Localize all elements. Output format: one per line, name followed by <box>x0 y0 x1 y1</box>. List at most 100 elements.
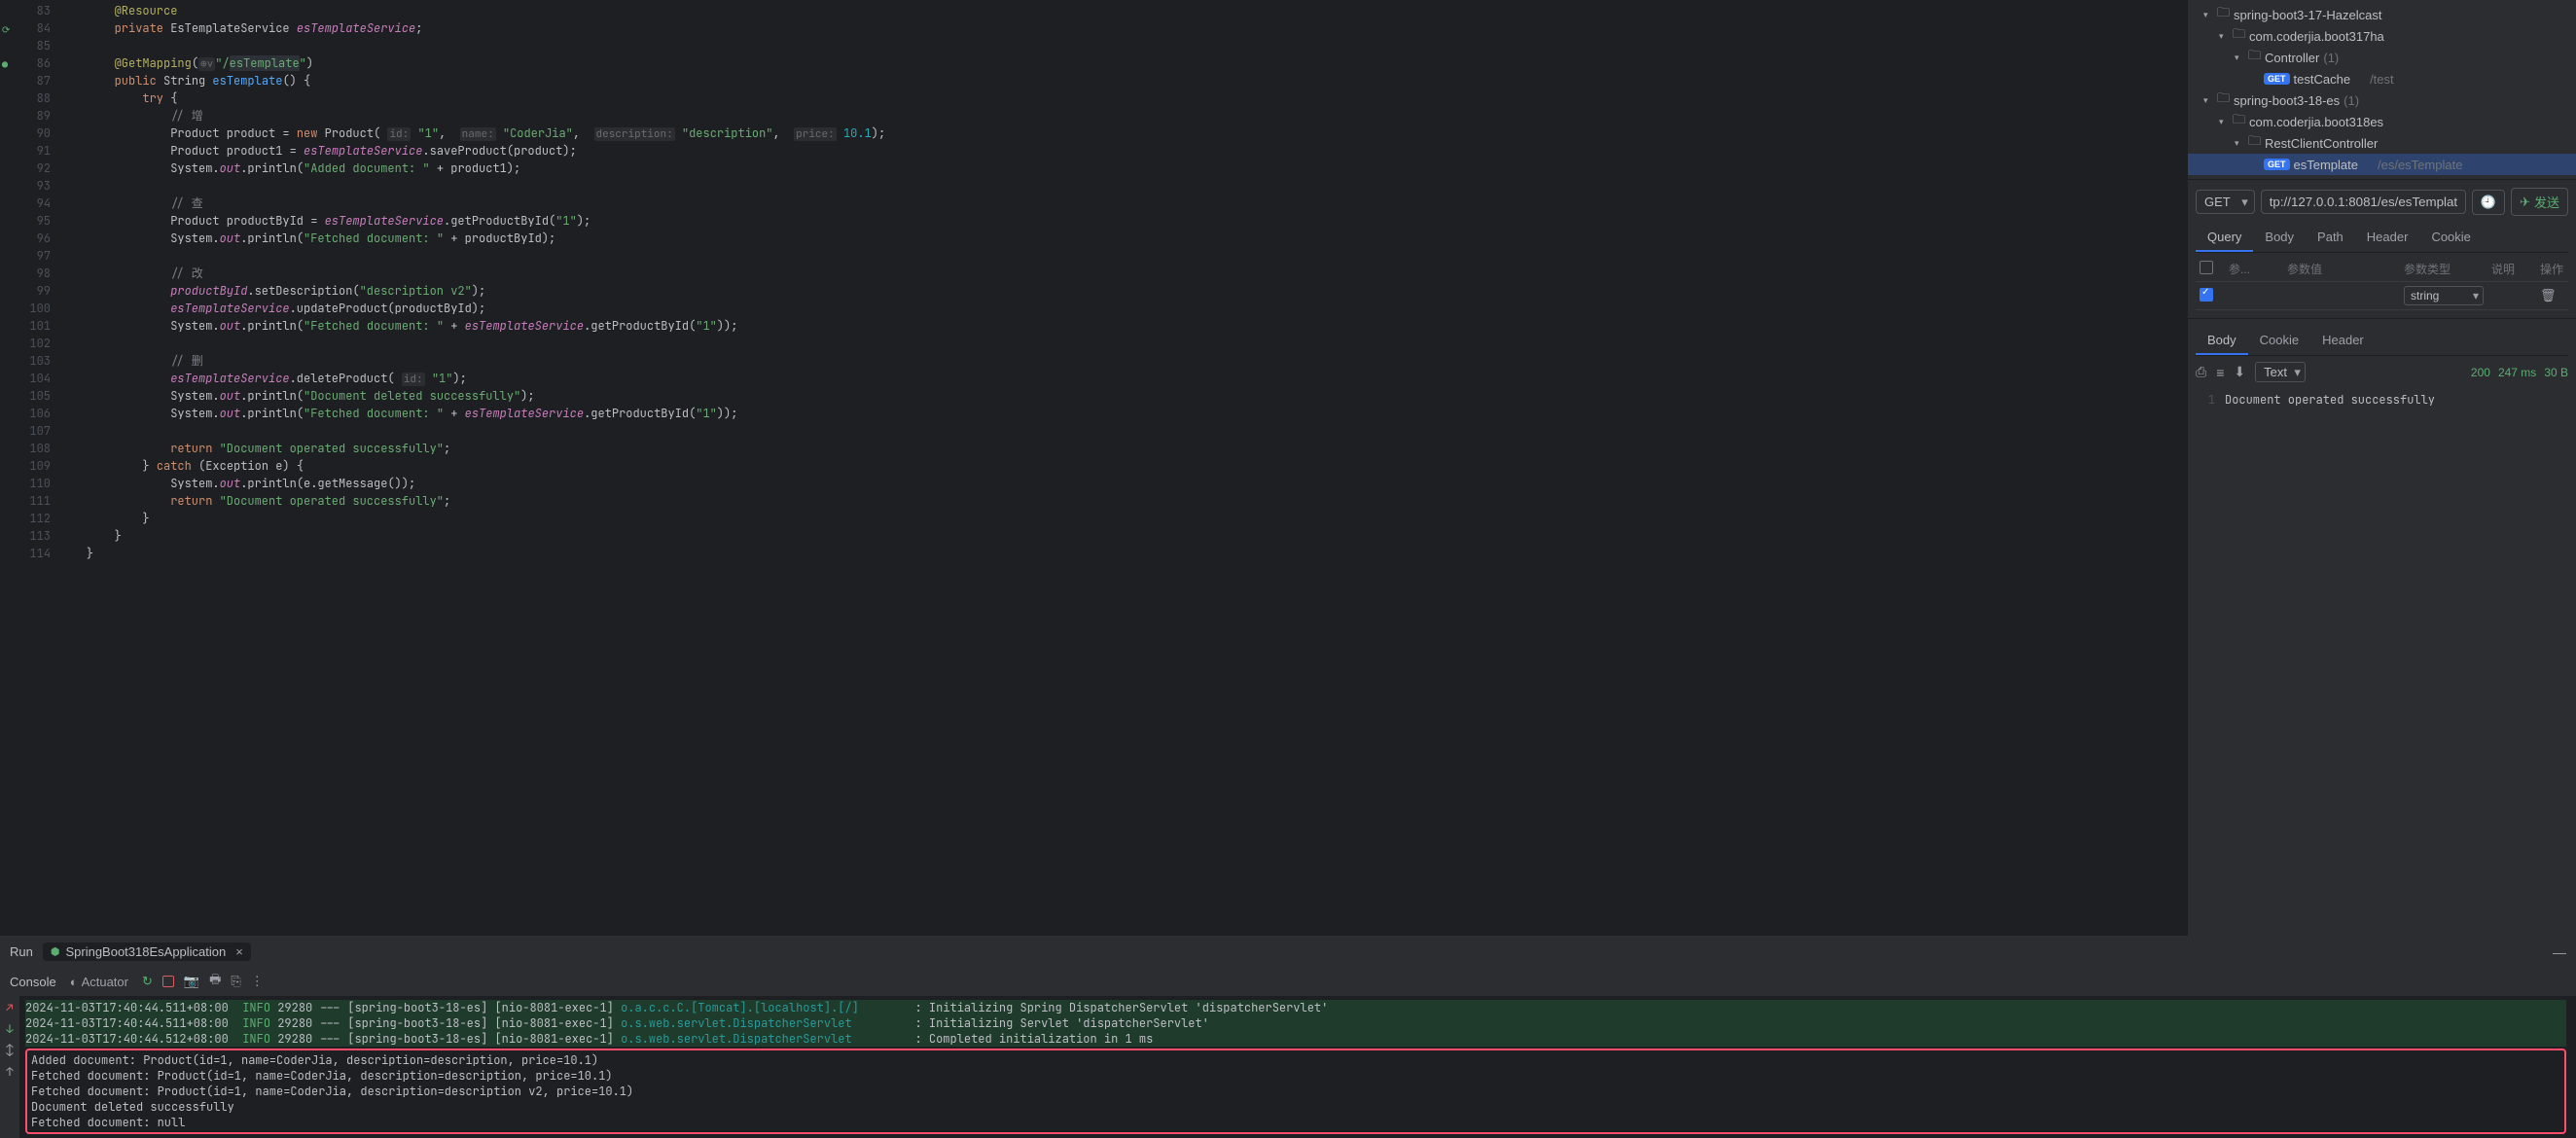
code-line[interactable] <box>58 335 2187 352</box>
code-line[interactable]: } <box>58 545 2187 562</box>
output-line: Fetched document: Product(id=1, name=Cod… <box>31 1084 2560 1099</box>
code-line[interactable]: System.out.println("Fetched document: " … <box>58 230 2187 247</box>
folder-icon: 🗀 <box>2233 25 2245 47</box>
wrap-icon[interactable]: ≡ <box>2216 365 2224 380</box>
code-line[interactable]: public String esTemplate() { <box>58 72 2187 89</box>
more-icon[interactable]: ⋮ <box>251 974 264 989</box>
folder-icon: 🗀 <box>2217 89 2230 111</box>
code-line[interactable]: System.out.println(e.getMessage()); <box>58 475 2187 492</box>
tree-item-label: com.coderjia.boot318es <box>2249 115 2383 129</box>
tree-folder-item[interactable]: ▾🗀RestClientController <box>2188 132 2576 154</box>
code-line[interactable]: // 查 <box>58 195 2187 212</box>
line-number: 113 <box>4 527 51 545</box>
code-content[interactable]: @Resource private EsTemplateService esTe… <box>58 0 2187 936</box>
line-number: 102 <box>4 335 51 352</box>
response-size: 30 B <box>2544 366 2568 379</box>
tree-folder-item[interactable]: ▾🗀Controller(1) <box>2188 47 2576 68</box>
request-tabs: QueryBodyPathHeaderCookie <box>2196 224 2568 253</box>
line-number: 111 <box>4 492 51 510</box>
line-number: 100 <box>4 300 51 317</box>
tree-folder-item[interactable]: ▾🗀com.coderjia.boot317ha <box>2188 25 2576 47</box>
code-line[interactable]: esTemplateService.updateProduct(productB… <box>58 300 2187 317</box>
endpoint-tree[interactable]: ▾🗀spring-boot3-17-Hazelcast ▾🗀com.coderji… <box>2188 0 2576 179</box>
rerun-icon[interactable]: ↻ <box>142 974 153 989</box>
code-line[interactable]: // 删 <box>58 352 2187 370</box>
tree-item-label: com.coderjia.boot317ha <box>2249 29 2384 44</box>
spring-icon: ⬢ <box>51 945 60 958</box>
actuator-tab[interactable]: ◐ Actuator <box>70 975 128 989</box>
send-button[interactable]: ✈ 发送 <box>2511 188 2568 216</box>
code-line[interactable] <box>58 37 2187 54</box>
code-editor[interactable]: 8384⟳8586●878889909192939495969798991001… <box>0 0 2187 936</box>
soft-wrap-icon[interactable]: ↕ <box>6 1043 13 1058</box>
history-button[interactable]: 🕘 <box>2472 190 2505 215</box>
print-icon[interactable]: 🖶 <box>209 971 221 992</box>
camera-icon[interactable]: 📷 <box>184 974 199 989</box>
code-line[interactable]: Product product1 = esTemplateService.sav… <box>58 142 2187 160</box>
code-line[interactable]: System.out.println("Added document: " + … <box>58 160 2187 177</box>
code-line[interactable]: esTemplateService.deleteProduct( id: "1"… <box>58 370 2187 387</box>
endpoint-item[interactable]: GETesTemplate/es/esTemplate <box>2188 154 2576 175</box>
scroll-down-icon[interactable]: ↓ <box>6 1021 13 1037</box>
minimize-icon[interactable]: — <box>2553 944 2566 960</box>
output-line: Fetched document: Product(id=1, name=Cod… <box>31 1068 2560 1084</box>
endpoint-item[interactable]: GETtestCache/test <box>2188 68 2576 89</box>
line-number: 107 <box>4 422 51 440</box>
code-line[interactable]: System.out.println("Fetched document: " … <box>58 317 2187 335</box>
line-number: 90 <box>4 124 51 142</box>
code-line[interactable]: productById.setDescription("description … <box>58 282 2187 300</box>
code-line[interactable] <box>58 177 2187 195</box>
line-number: 114 <box>4 545 51 562</box>
code-line[interactable]: } <box>58 527 2187 545</box>
request-tab-query[interactable]: Query <box>2196 224 2253 252</box>
code-line[interactable]: private EsTemplateService esTemplateServ… <box>58 19 2187 37</box>
request-tab-cookie[interactable]: Cookie <box>2419 224 2482 252</box>
code-line[interactable] <box>58 422 2187 440</box>
scroll-up-icon[interactable]: ↗ <box>6 1000 13 1015</box>
param-type-select[interactable]: string <box>2404 286 2484 305</box>
code-line[interactable]: Product productById = esTemplateService.… <box>58 212 2187 230</box>
code-line[interactable]: System.out.println("Fetched document: " … <box>58 405 2187 422</box>
export-icon[interactable]: ⎘ <box>231 974 240 989</box>
code-line[interactable]: @Resource <box>58 2 2187 19</box>
response-tab-header[interactable]: Header <box>2310 327 2376 355</box>
code-line[interactable]: } catch (Exception e) { <box>58 457 2187 475</box>
log-line: 2024-11-03T17:40:44.511+08:00 INFO 29280… <box>25 1000 2566 1015</box>
tree-folder-item[interactable]: ▾🗀com.coderjia.boot318es <box>2188 111 2576 132</box>
code-line[interactable]: return "Document operated successfully"; <box>58 492 2187 510</box>
tree-folder-item[interactable]: ▾🗀spring-boot3-17-Hazelcast <box>2188 4 2576 25</box>
request-tab-body[interactable]: Body <box>2253 224 2306 252</box>
code-line[interactable]: return "Document operated successfully"; <box>58 440 2187 457</box>
response-body: 1 Document operated successfully <box>2196 388 2568 411</box>
scroll-end-icon[interactable]: ↑ <box>6 1064 13 1080</box>
code-line[interactable]: System.out.println("Document deleted suc… <box>58 387 2187 405</box>
run-configuration-tab[interactable]: ⬢ SpringBoot318EsApplication × <box>43 942 251 961</box>
code-line[interactable]: // 改 <box>58 265 2187 282</box>
code-line[interactable]: try { <box>58 89 2187 107</box>
param-enabled-checkbox[interactable] <box>2200 288 2213 302</box>
download-icon[interactable]: ⬇ <box>2234 364 2245 380</box>
response-tab-cookie[interactable]: Cookie <box>2248 327 2310 355</box>
request-tab-header[interactable]: Header <box>2355 224 2420 252</box>
http-method-select[interactable]: GET <box>2196 190 2255 214</box>
tree-folder-item[interactable]: ▾🗀spring-boot3-18-es(1) <box>2188 89 2576 111</box>
output-line: Fetched document: null <box>31 1115 2560 1130</box>
code-line[interactable]: // 增 <box>58 107 2187 124</box>
format-icon[interactable]: ⎙ <box>2196 364 2206 380</box>
code-line[interactable] <box>58 247 2187 265</box>
response-tab-body[interactable]: Body <box>2196 327 2248 355</box>
folder-icon: 🗀 <box>2248 47 2261 68</box>
response-format-select[interactable]: Text <box>2255 362 2306 382</box>
console-output[interactable]: ↗ ↓ ↕ ↑ 2024-11-03T17:40:44.511+08:00 IN… <box>0 996 2576 1138</box>
code-line[interactable]: @GetMapping(⊕∨"/esTemplate") <box>58 54 2187 72</box>
url-input[interactable] <box>2261 190 2466 214</box>
line-number: 88 <box>4 89 51 107</box>
code-line[interactable]: Product product = new Product( id: "1", … <box>58 124 2187 142</box>
param-delete-button[interactable]: 🗑 <box>2536 288 2575 303</box>
console-tab[interactable]: Console <box>10 975 56 989</box>
code-line[interactable]: } <box>58 510 2187 527</box>
request-tab-path[interactable]: Path <box>2306 224 2355 252</box>
select-all-checkbox[interactable] <box>2200 261 2213 274</box>
close-icon[interactable]: × <box>235 944 243 959</box>
stop-icon[interactable] <box>162 976 174 987</box>
